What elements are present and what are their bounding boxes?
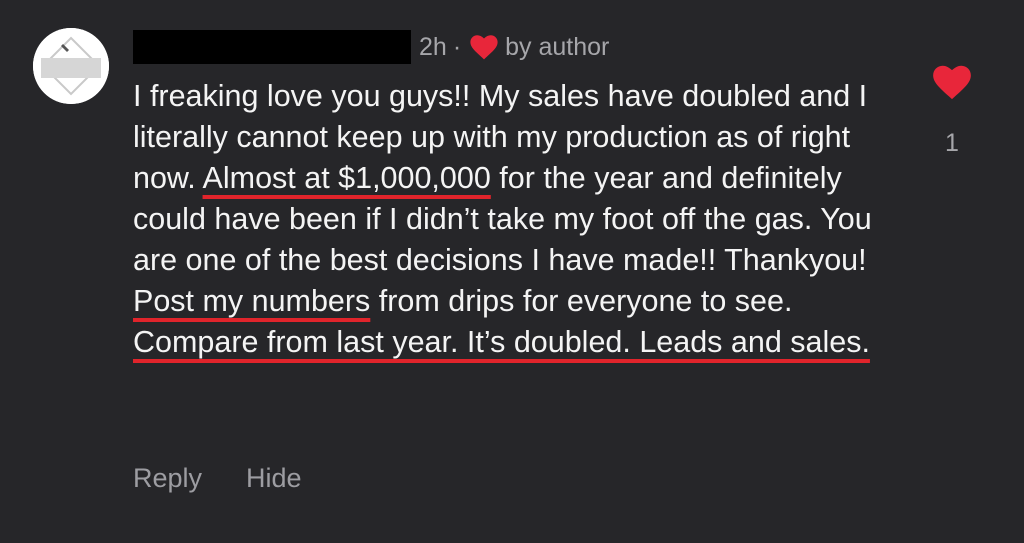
author-badge: by author: [505, 32, 610, 61]
comment: 2h · by author I freaking love you guys!…: [0, 0, 1024, 543]
meta-separator: ·: [452, 32, 462, 61]
avatar-image: [33, 28, 109, 104]
highlighted-text-compare: Compare from last year. It’s doubled. Le…: [133, 325, 870, 359]
like-button[interactable]: [931, 64, 973, 105]
highlighted-text-revenue: Almost at $1,000,000: [202, 161, 491, 195]
heart-icon: [469, 34, 499, 60]
reply-button[interactable]: Reply: [133, 463, 202, 494]
like-control: 1: [930, 64, 974, 158]
hide-button[interactable]: Hide: [246, 463, 302, 494]
avatar[interactable]: [33, 28, 109, 104]
comment-meta: 2h · by author: [133, 30, 609, 64]
comment-text-part-3: from drips for everyone to see.: [370, 284, 793, 318]
highlighted-text-numbers: Post my numbers: [133, 284, 371, 318]
comment-text: I freaking love you guys!! My sales have…: [133, 76, 893, 363]
redacted-username: [133, 30, 411, 64]
comment-time: 2h: [419, 32, 447, 61]
comment-actions: Reply Hide: [133, 463, 302, 494]
heart-icon: [933, 65, 971, 100]
like-count: 1: [945, 129, 959, 157]
